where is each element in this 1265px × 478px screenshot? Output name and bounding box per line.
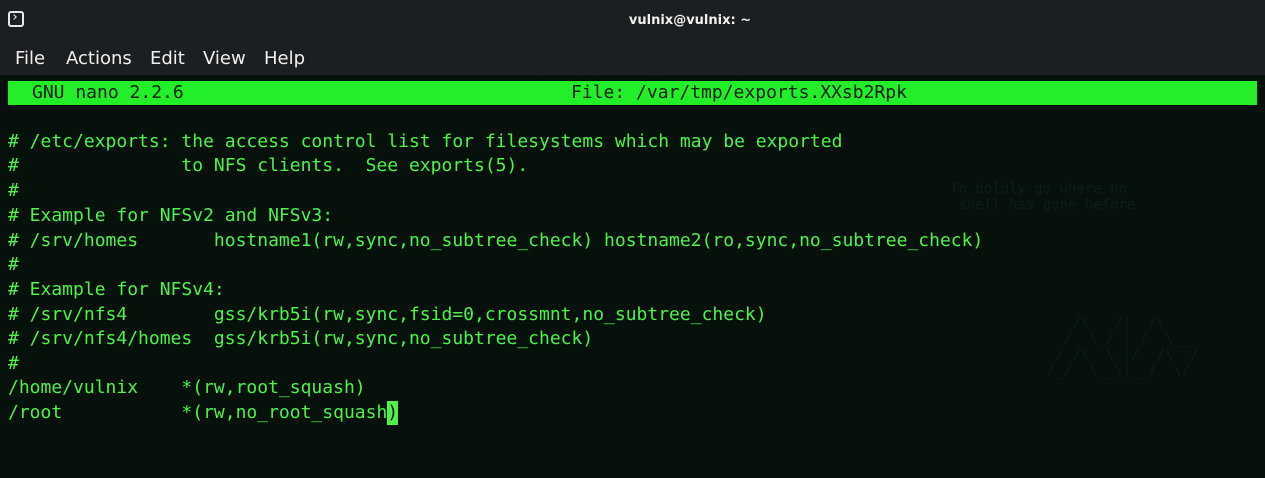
title-bar: vulnix@vulnix: ~ — [0, 0, 1265, 44]
editor-line[interactable]: # to NFS clients. See exports(5). — [8, 154, 528, 178]
editor-line[interactable]: # — [8, 179, 19, 203]
editor-line-current[interactable]: /root *(rw,no_root_squash) — [8, 401, 399, 425]
menu-actions[interactable]: Actions — [66, 48, 132, 69]
editor-line[interactable]: # — [8, 253, 19, 277]
editor-line[interactable]: # Example for NFSv2 and NFSv3: — [8, 204, 333, 228]
menu-view[interactable]: View — [203, 48, 246, 69]
editor-line-text: /root *(rw,no_root_squash — [8, 402, 388, 423]
nano-header-bar: GNU nano 2.2.6 File: /var/tmp/exports.XX… — [8, 81, 1257, 105]
menu-file[interactable]: File — [15, 48, 45, 69]
editor-line[interactable]: # /srv/nfs4 gss/krb5i(rw,sync,fsid=0,cro… — [8, 303, 767, 327]
editor-line[interactable]: # — [8, 352, 19, 376]
window-title: vulnix@vulnix: ~ — [628, 13, 752, 28]
text-cursor: ) — [387, 401, 399, 425]
menu-edit[interactable]: Edit — [150, 48, 185, 69]
editor-line[interactable]: # /srv/homes hostname1(rw,sync,no_subtre… — [8, 229, 983, 253]
nano-file-path: File: /var/tmp/exports.XXsb2Rpk — [571, 82, 907, 103]
editor-line[interactable]: /home/vulnix *(rw,root_squash) — [8, 376, 366, 400]
menu-bar: File Actions Edit View Help — [0, 44, 1265, 75]
menu-help[interactable]: Help — [264, 48, 305, 69]
editor-line[interactable]: # /etc/exports: the access control list … — [8, 130, 842, 154]
nano-version: GNU nano 2.2.6 — [32, 82, 184, 103]
editor-line[interactable]: # Example for NFSv4: — [8, 278, 225, 302]
editor-line[interactable]: # /srv/nfs4/homes gss/krb5i(rw,sync,no_s… — [8, 327, 593, 351]
terminal-area[interactable]: _\ /_ /\ /\ /\ / \ \ \ / \ / \/ \ / \ \ … — [0, 75, 1265, 478]
